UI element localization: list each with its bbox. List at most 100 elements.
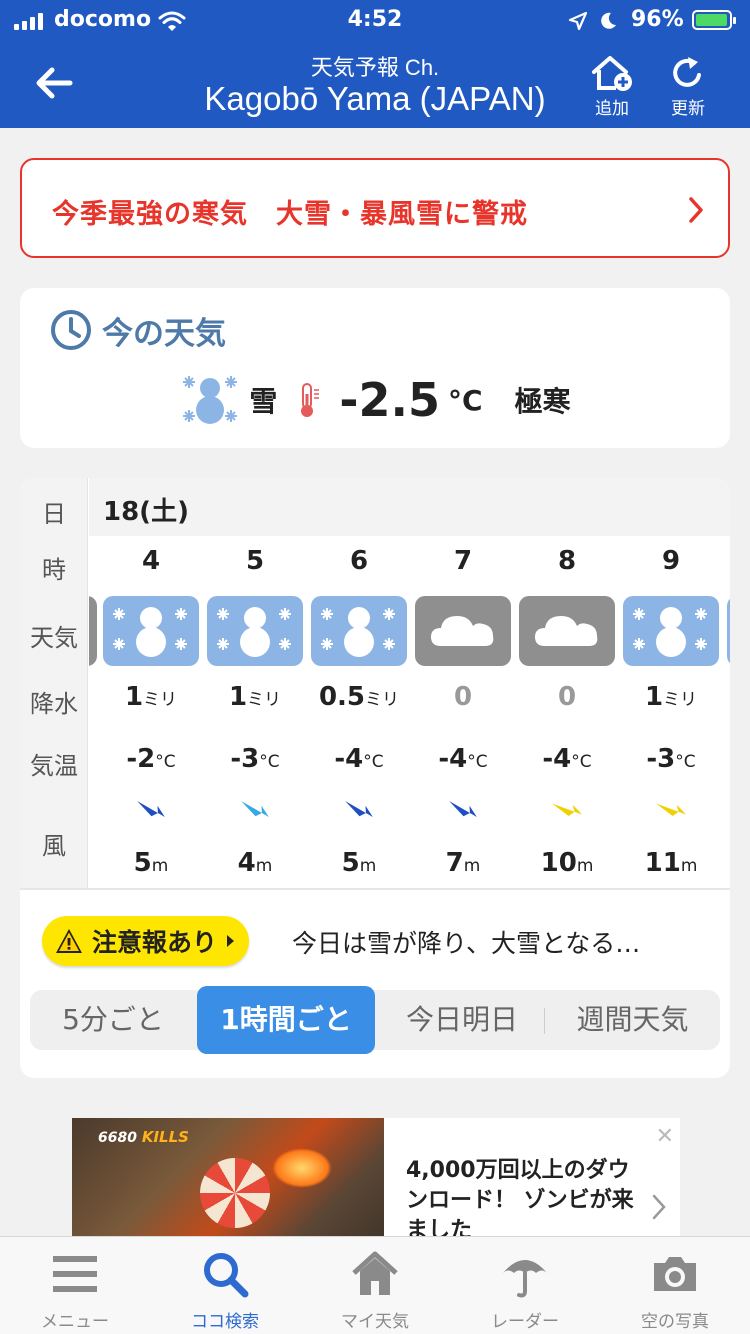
wind-direction-icon xyxy=(345,801,373,817)
hour-label: 6 xyxy=(349,546,369,576)
temperature-value: -3°C xyxy=(230,744,280,774)
ad-image-kill-count: 6680 KILLS xyxy=(98,1128,189,1146)
current-weather-heading: 今の天気 xyxy=(50,308,226,352)
wind-speed-value: 7m xyxy=(445,848,481,878)
current-heading-text: 今の天気 xyxy=(102,315,226,352)
precip-value: 0 xyxy=(453,682,473,712)
tab-radar-label: レーダー xyxy=(491,1312,559,1332)
home-icon xyxy=(352,1251,398,1295)
hour-column[interactable]: 4 1ミリ -2°C 5m xyxy=(99,536,203,888)
hourly-forecast-card: 日 時 天気 降水 気温 風 18(土) 4 1ミリ -2°C 5m 5 1ミリ -3°C 4… xyxy=(20,478,730,1078)
status-bar: docomo 4:52 96% xyxy=(0,0,750,42)
ad-chevron-icon xyxy=(652,1194,666,1220)
wind-speed-value: 5m xyxy=(341,848,377,878)
precip-value: 0 xyxy=(557,682,577,712)
umbrella-icon xyxy=(503,1260,547,1298)
tab-my-weather[interactable]: マイ天気 xyxy=(300,1237,450,1334)
temperature-value: -4°C xyxy=(542,744,592,774)
precip-value: 1ミリ xyxy=(644,682,698,712)
header: docomo 4:52 96% 天気予報 Ch. Kagobō Yama (JA… xyxy=(0,0,750,128)
search-icon xyxy=(204,1253,249,1298)
add-label: 追加 xyxy=(595,99,629,119)
snow-icon xyxy=(207,596,303,666)
hour-label: 5 xyxy=(245,546,265,576)
caret-right-icon xyxy=(227,935,235,947)
label-day: 日 xyxy=(42,500,66,528)
feel-label: 極寒 xyxy=(514,385,571,418)
temperature-value: -3°C xyxy=(646,744,696,774)
label-precip: 降水 xyxy=(30,690,78,718)
refresh-label: 更新 xyxy=(671,99,705,119)
label-hour: 時 xyxy=(42,556,66,584)
add-location-button[interactable]: 追加 xyxy=(582,54,642,119)
hourly-grid[interactable]: 4 1ミリ -2°C 5m 5 1ミリ -3°C 4m 6 0.5ミリ -4°C 5m 7 0 -4°C 7m… xyxy=(89,536,730,888)
precip-value: 1ミリ xyxy=(228,682,282,712)
alert-text: 今季最強の寒気 大雪・暴風雪に警戒 xyxy=(52,199,528,230)
interval-tabs: 5分ごと 1時間ごと 今日明日 週間天気 xyxy=(30,986,720,1054)
wind-direction-icon xyxy=(449,801,477,817)
camera-icon xyxy=(654,1257,696,1291)
weather-alert-banner[interactable]: 今季最強の寒気 大雪・暴風雪に警戒 xyxy=(20,158,730,258)
tab-hourly[interactable]: 1時間ごと xyxy=(197,986,375,1054)
wind-direction-icon xyxy=(137,801,165,817)
hour-column[interactable]: 8 0 -4°C 10m xyxy=(515,536,619,888)
hour-label: 8 xyxy=(557,546,577,576)
advisory-badge[interactable]: 注意報あり xyxy=(42,916,250,966)
ad-close-icon[interactable]: ✕ xyxy=(656,1124,674,1149)
temperature-unit: °C xyxy=(448,383,483,417)
chevron-right-icon xyxy=(689,197,703,223)
label-weather: 天気 xyxy=(30,624,78,652)
battery-percent: 96% xyxy=(631,7,684,32)
tab-weekly[interactable]: 週間天気 xyxy=(545,990,720,1050)
menu-icon xyxy=(53,1256,97,1292)
tab-sky-photos[interactable]: 空の写真 xyxy=(600,1237,750,1334)
wind-direction-icon xyxy=(241,801,269,817)
tab-radar[interactable]: レーダー xyxy=(450,1237,600,1334)
current-temperature: -2.5 xyxy=(339,373,441,427)
battery-icon xyxy=(692,10,736,30)
forecast-date: 18(土) xyxy=(103,497,189,527)
refresh-button[interactable]: 更新 xyxy=(658,54,718,119)
tab-menu[interactable]: メニュー xyxy=(0,1237,150,1334)
location-arrow-icon xyxy=(568,11,588,31)
hour-label: 4 xyxy=(141,546,161,576)
wind-direction-icon xyxy=(655,803,687,817)
temperature-value: -2°C xyxy=(126,744,176,774)
ad-copy: 4,000万回以上のダウンロード！ ゾンビが来ました xyxy=(406,1158,634,1243)
temperature-value: -4°C xyxy=(334,744,384,774)
refresh-icon xyxy=(673,57,701,87)
wind-direction-icon xyxy=(551,803,583,817)
moon-icon xyxy=(601,12,616,29)
label-temp: 気温 xyxy=(30,752,78,780)
hour-column[interactable]: 5 1ミリ -3°C 4m xyxy=(203,536,307,888)
weather-tile-partial xyxy=(727,596,730,666)
wind-speed-value: 4m xyxy=(237,848,273,878)
clock-icon xyxy=(51,310,91,350)
advisory-summary[interactable]: 今日は雪が降り、大雪となる… xyxy=(292,924,640,960)
bottom-tab-bar: メニュー ココ検索 マイ天気 レーダー 空の写真 xyxy=(0,1236,750,1334)
snow-icon xyxy=(311,596,407,666)
divider xyxy=(20,888,730,890)
precip-value: 1ミリ xyxy=(124,682,178,712)
current-weather-card: 今の天気 雪 -2.5 °C 極寒 xyxy=(20,288,730,448)
tab-search[interactable]: ココ検索 xyxy=(150,1237,300,1334)
row-labels: 日 時 天気 降水 気温 風 xyxy=(20,478,88,888)
date-row: 18(土) xyxy=(89,478,730,536)
tab-menu-label: メニュー xyxy=(41,1312,109,1332)
tab-sky-photos-label: 空の写真 xyxy=(641,1312,709,1332)
tab-today-tomorrow[interactable]: 今日明日 xyxy=(380,990,544,1050)
hour-label: 7 xyxy=(453,546,473,576)
precip-value: 0.5ミリ xyxy=(318,682,400,712)
hour-column[interactable]: 6 0.5ミリ -4°C 5m xyxy=(307,536,411,888)
tab-5min[interactable]: 5分ごと xyxy=(30,990,196,1050)
tab-search-label: ココ検索 xyxy=(191,1312,259,1332)
snow-icon xyxy=(183,376,238,424)
hour-column[interactable]: 9 1ミリ -3°C 11m xyxy=(619,536,723,888)
label-wind: 風 xyxy=(42,832,66,860)
snow-icon xyxy=(623,596,719,666)
hour-column[interactable]: 7 0 -4°C 7m xyxy=(411,536,515,888)
tab-my-weather-label: マイ天気 xyxy=(341,1312,409,1332)
wind-speed-value: 11m xyxy=(644,848,698,878)
wind-speed-value: 5m xyxy=(133,848,169,878)
snow-icon xyxy=(103,596,199,666)
